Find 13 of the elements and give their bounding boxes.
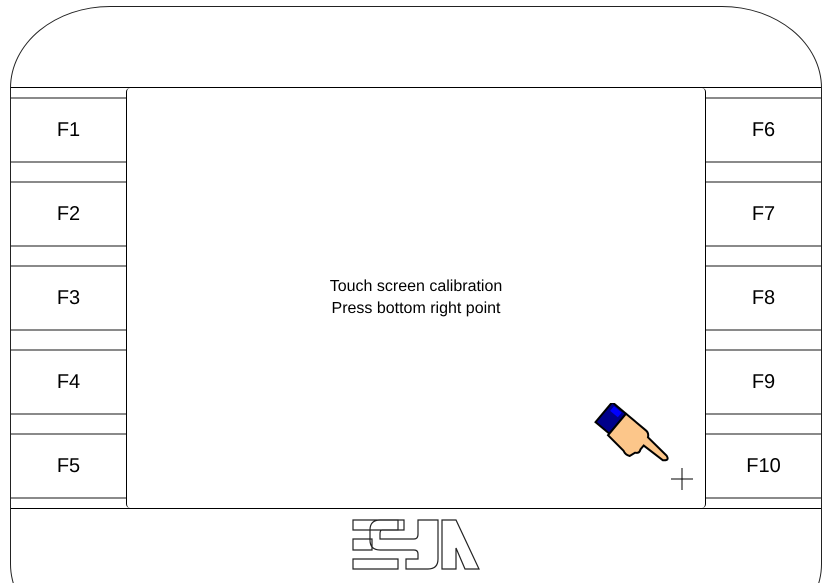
function-key[interactable]: F10 (706, 433, 821, 499)
function-key[interactable]: F1 (11, 97, 126, 163)
function-key[interactable]: F2 (11, 181, 126, 247)
function-key[interactable]: F3 (11, 265, 126, 331)
function-key[interactable]: F4 (11, 349, 126, 415)
screen-instruction: Press bottom right point (332, 299, 500, 319)
function-key[interactable]: F5 (11, 433, 126, 499)
screen-title: Touch screen calibration (330, 277, 502, 297)
function-key[interactable]: F7 (706, 181, 821, 247)
function-key[interactable]: F9 (706, 349, 821, 415)
function-key[interactable]: F6 (706, 97, 821, 163)
crosshair-icon (671, 468, 693, 490)
function-key[interactable]: F8 (706, 265, 821, 331)
